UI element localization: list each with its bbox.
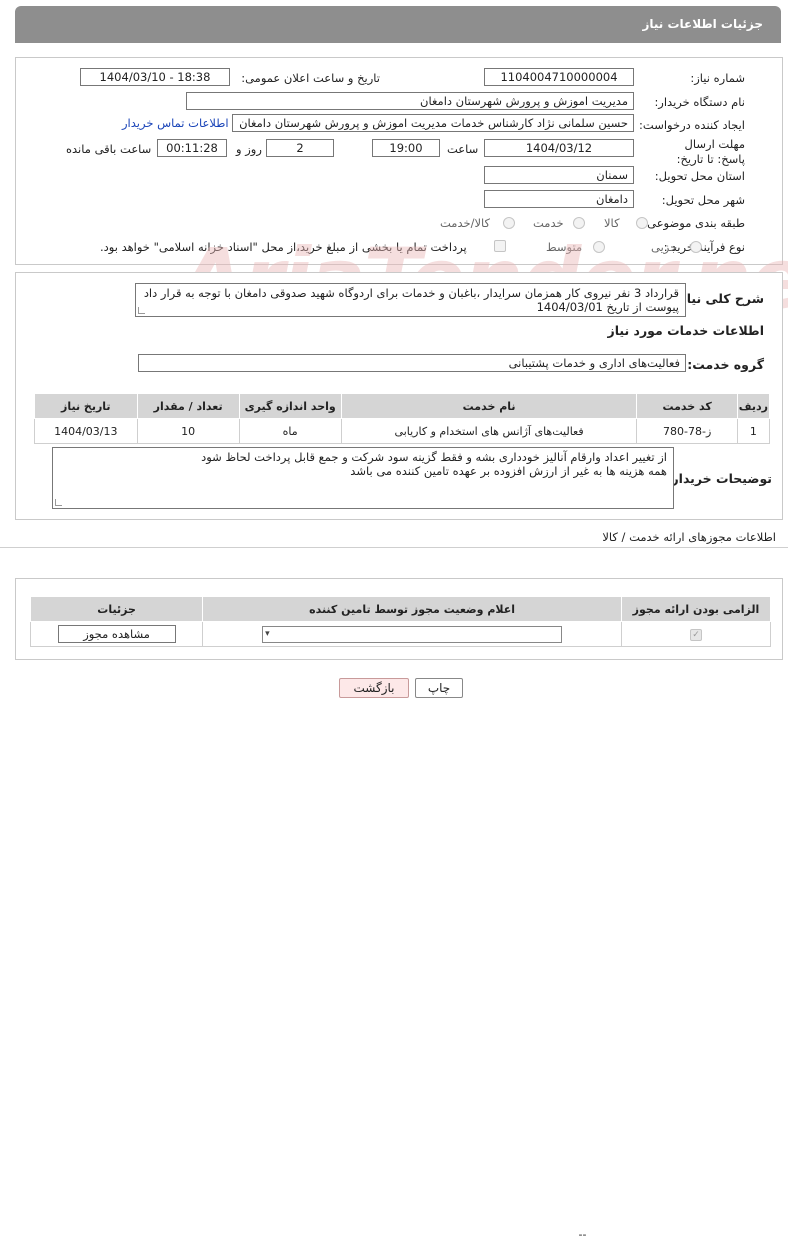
table-row: ✓ ▾ -- مشاهده مجوز [29,621,772,1241]
remaining-time-field: 00:11:28 [157,139,227,157]
buyer-contact-link[interactable]: اطلاعات تماس خریدار [122,116,229,130]
page-title: جزئیات اطلاعات نیاز [642,17,763,31]
divider [0,547,788,548]
cell-permit-status: ▾ -- [202,621,622,1241]
services-table: ردیف کد خدمت نام خدمت واحد اندازه گیری ت… [34,393,771,444]
need-number-label: شماره نیاز: [690,71,745,85]
permit-required-checkbox: ✓ [689,628,702,641]
col-service-code: کد خدمت [636,393,738,419]
cell-need-date: 1404/03/13 [34,418,138,444]
summary-textarea[interactable]: قرارداد 3 نفر نیروی کار همزمان سرایدار ،… [135,283,686,317]
requester-field: حسین سلمانی نژاد کارشناس خدمات مدیریت ام… [232,114,634,132]
city-field: دامغان [484,190,634,208]
services-table-header: ردیف کد خدمت نام خدمت واحد اندازه گیری ت… [34,393,771,419]
resize-handle-icon[interactable] [55,499,62,506]
cell-service-name: فعالیت‌های آژانس های استخدام و کاریابی [340,418,638,444]
service-group-field: فعالیت‌های اداری و خدمات پشتیبانی [138,354,686,372]
resize-handle-icon[interactable] [138,307,145,314]
process-minor-label: جزیی [651,240,678,254]
cell-service-code: ز-78-780 [636,418,738,444]
category-goods-service-radio[interactable] [503,217,515,229]
category-service-label: خدمت [533,216,564,230]
province-field: سمنان [484,166,634,184]
province-label: استان محل تحویل: [654,169,745,183]
requester-label: ایجاد کننده درخواست: [639,118,745,132]
buyer-notes-line-2: همه هزینه ها به غیر از ارزش افزوده بر عه… [350,464,667,478]
cell-permit-required: ✓ [620,621,772,647]
category-label: طبقه بندی موضوعی: [643,216,745,230]
announce-datetime-field: 1404/03/10 - 18:38 [80,68,230,86]
permit-status-select[interactable]: ▾ [262,625,563,643]
deadline-time-label: ساعت [447,142,479,156]
deadline-label-text: مهلت ارسال پاسخ: تا تاریخ: [676,137,745,166]
deadline-time-field: 19:00 [372,139,440,157]
process-medium-label: متوسط [546,240,583,254]
buyer-org-label: نام دستگاه خریدار: [654,95,745,109]
category-goods-radio[interactable] [636,217,648,229]
buyer-notes-line-1: از تغییر اعداد وارقام آنالیز خودداری بشه… [201,450,667,464]
services-section-title: اطلاعات خدمات مورد نیاز [607,323,765,338]
page-header: جزئیات اطلاعات نیاز [15,6,781,43]
table-row: 1 ز-78-780 فعالیت‌های آژانس های استخدام … [34,418,771,444]
col-service-name: نام خدمت [340,393,638,419]
cell-row: 1 [736,418,771,444]
permits-table: الزامی بودن ارائه مجوز اعلام وضعیت مجوز … [29,596,772,1241]
summary-label: شرح کلی نیاز: [674,291,764,306]
print-button[interactable]: چاپ [415,678,463,698]
col-need-date: تاریخ نیاز [34,393,138,419]
back-button[interactable]: بازگشت [339,678,409,698]
category-goods-service-label: کالا/خدمت [440,216,491,230]
buyer-org-field: مدیریت اموزش و پرورش شهرستان دامغان [186,92,634,110]
col-permit-required: الزامی بودن ارائه مجوز [620,596,772,622]
deadline-label: مهلت ارسال پاسخ: تا تاریخ: [655,137,745,167]
treasury-payment-checkbox[interactable] [494,240,506,252]
buyer-notes-label: توضیحات خریدار: [666,471,772,486]
permits-table-header: الزامی بودن ارائه مجوز اعلام وضعیت مجوز … [29,596,772,622]
summary-text: قرارداد 3 نفر نیروی کار همزمان سرایدار ،… [143,286,679,314]
deadline-date-field: 1404/03/12 [484,139,634,157]
cell-quantity: 10 [136,418,240,444]
permits-section-title: اطلاعات مجوزهای ارائه خدمت / کالا [602,530,776,544]
cell-permit-details: مشاهده مجوز [29,621,204,647]
days-remaining-field: 2 [266,139,334,157]
announce-datetime-label: تاریخ و ساعت اعلان عمومی: [241,71,380,85]
treasury-payment-note: پرداخت تمام یا بخشی از مبلغ خرید،از محل … [100,240,467,254]
city-label: شهر محل تحویل: [661,193,745,207]
select-chevron-icon: ▾ [265,628,270,639]
days-label: روز و [236,142,262,156]
process-medium-radio[interactable] [593,241,605,253]
service-group-label: گروه خدمت: [687,357,764,372]
col-permit-details: جزئیات [29,596,204,622]
col-row: ردیف [736,393,771,419]
col-quantity: تعداد / مقدار [136,393,240,419]
view-permit-button[interactable]: مشاهده مجوز [57,625,176,643]
category-goods-label: کالا [604,216,620,230]
category-service-radio[interactable] [573,217,585,229]
permit-status-value: -- [578,1227,587,1241]
remaining-time-label: ساعت باقی مانده [66,142,152,156]
col-permit-status: اعلام وضعیت مجوز توسط تامین کننده [202,596,622,622]
cell-unit: ماه [238,418,342,444]
need-number-field: 1104004710000004 [484,68,634,86]
buyer-notes-textarea[interactable]: از تغییر اعداد وارقام آنالیز خودداری بشه… [52,447,674,509]
process-minor-radio[interactable] [690,241,702,253]
col-unit: واحد اندازه گیری [238,393,342,419]
